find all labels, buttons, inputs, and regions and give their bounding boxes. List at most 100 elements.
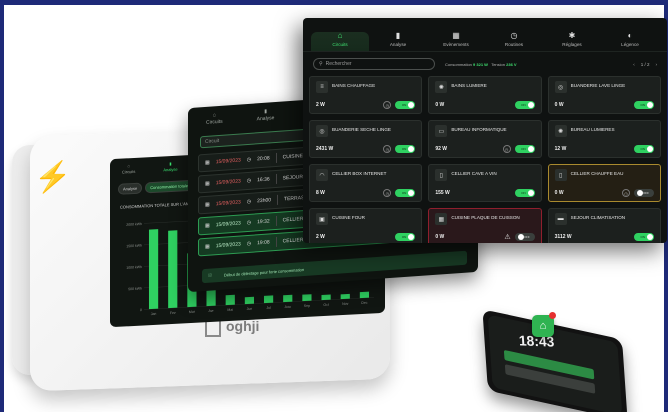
tab-réglages[interactable]: ✱ Réglages bbox=[543, 32, 601, 51]
tab-label: Réglages bbox=[562, 42, 582, 47]
divider bbox=[275, 152, 277, 164]
tab-circuits[interactable]: ⌂ Circuits bbox=[206, 112, 223, 126]
circuit-card[interactable]: ▯ CELLIER CHAUFFE EAU 0 W ◷ OFF bbox=[547, 164, 661, 202]
x-tick-label: Jun bbox=[247, 307, 253, 311]
tab-evènements[interactable]: ▦ Evènements bbox=[427, 32, 485, 51]
chart-icon: ▮ bbox=[264, 108, 267, 115]
mode-icon[interactable]: ◷ bbox=[622, 189, 630, 197]
dryer-icon: ◎ bbox=[316, 125, 328, 137]
event-time: 19:32 bbox=[257, 218, 270, 226]
circuit-toggle[interactable]: ON bbox=[514, 101, 535, 109]
toggle-state-label: ON bbox=[640, 103, 646, 107]
mode-icon[interactable]: ◷ bbox=[383, 189, 392, 197]
circuit-toggle[interactable]: ON bbox=[395, 233, 416, 241]
bar-jun[interactable] bbox=[244, 296, 255, 305]
circuit-power: 155 W bbox=[435, 190, 450, 196]
circuit-toggle[interactable]: ON bbox=[395, 101, 416, 109]
circuit-toggle[interactable]: ON bbox=[634, 101, 654, 109]
toggle-knob bbox=[408, 190, 415, 196]
circuit-toggle[interactable]: OFF bbox=[634, 189, 654, 197]
circuit-name: SEJOUR CLIMATISATION bbox=[570, 215, 626, 220]
clock-icon: ◷ bbox=[246, 240, 252, 248]
circuit-search-field[interactable]: ⚲ Rechercher bbox=[313, 58, 435, 70]
y-tick-label: 0 bbox=[140, 308, 142, 312]
circuit-card[interactable]: ≡ BAINS CHAUFFAGE 2 W ◷ ON bbox=[309, 76, 423, 114]
calendar-icon: ▦ bbox=[205, 243, 210, 250]
circuit-power: 2 W bbox=[316, 102, 325, 108]
toggle-knob bbox=[647, 102, 653, 108]
footer-note-text: Début de délestage pour forte consommati… bbox=[224, 266, 305, 278]
bar-fev[interactable] bbox=[168, 230, 178, 309]
circuit-card[interactable]: ✺ BUREAU LUMIERES 12 W ON bbox=[547, 120, 661, 158]
circuit-toggle[interactable]: ON bbox=[514, 145, 535, 153]
circuit-card[interactable]: ◠ CELLIER BOX INTERNET 8 W ◷ ON bbox=[309, 164, 423, 202]
circuit-card[interactable]: ▬ SEJOUR CLIMATISATION 3112 W ON bbox=[547, 208, 661, 243]
filter-pill[interactable]: Consommation totale bbox=[145, 179, 194, 194]
gridline bbox=[144, 297, 374, 310]
next-page-icon[interactable]: › bbox=[656, 62, 658, 67]
tab-analyse[interactable]: ▮ Analyse bbox=[369, 32, 427, 51]
ac-icon: ▬ bbox=[554, 213, 567, 225]
mode-icon[interactable]: ◷ bbox=[383, 101, 392, 109]
circuit-toggle[interactable]: OFF bbox=[514, 233, 535, 241]
pager: ‹ 1 / 2 › bbox=[633, 62, 657, 67]
tab-circuits[interactable]: ⌂ Circuits bbox=[122, 163, 135, 174]
circuit-card[interactable]: ◎ BUANDERIE SECHE LINGE 2431 W ◷ ON bbox=[309, 120, 423, 158]
prev-page-icon[interactable]: ‹ bbox=[633, 62, 635, 67]
heater-icon: ≡ bbox=[316, 81, 328, 93]
bar-nov[interactable] bbox=[340, 293, 350, 300]
bar-jan[interactable] bbox=[148, 229, 159, 310]
wifi-icon: ◠ bbox=[316, 169, 328, 181]
toggle-state-label: ON bbox=[640, 147, 646, 151]
calendar-icon: ▦ bbox=[205, 159, 210, 166]
circuit-card[interactable]: ▭ BUREAU INFORMATIQUE 92 W ◷ ON bbox=[428, 120, 542, 158]
circuit-power: 92 W bbox=[435, 146, 447, 152]
circuit-name: BAINS LUMIERE bbox=[451, 83, 487, 88]
chart-icon: ▮ bbox=[169, 160, 172, 167]
tab-analyse[interactable]: ▮ Analyse bbox=[163, 160, 177, 172]
circuit-power: 0 W bbox=[554, 102, 564, 108]
mode-icon[interactable]: ◷ bbox=[383, 145, 392, 153]
mode-icon[interactable]: ◷ bbox=[502, 145, 511, 153]
smartphone: 18:43 bbox=[482, 309, 628, 412]
circuit-card[interactable]: ▦ CUISINE PLAQUE DE CUISSON 0 W ⚠ OFF bbox=[428, 208, 542, 243]
event-date: 15/09/2023 bbox=[215, 178, 241, 187]
bar-jul[interactable] bbox=[263, 295, 274, 304]
light-icon: ✺ bbox=[554, 125, 567, 137]
circuit-toggle[interactable]: ON bbox=[514, 189, 535, 197]
bar-mai[interactable] bbox=[225, 294, 235, 306]
bar-oct[interactable] bbox=[321, 294, 331, 301]
toggle-state-label: OFF bbox=[523, 235, 530, 239]
circuit-power: 8 W bbox=[316, 190, 325, 196]
circuit-toggle[interactable]: ON bbox=[395, 145, 416, 153]
bar-dec[interactable] bbox=[359, 291, 370, 299]
tab-label: Evènements bbox=[443, 42, 469, 47]
toggle-knob bbox=[408, 102, 415, 108]
tab-circuits[interactable]: ⌂ Circuits bbox=[311, 32, 369, 51]
circuit-card[interactable]: ◎ BUANDERIE LAVE LINGE 0 W ON bbox=[547, 76, 661, 114]
toggle-state-label: ON bbox=[401, 191, 407, 195]
clock-icon: ◷ bbox=[510, 31, 518, 40]
filter-pill[interactable]: Analyse bbox=[118, 182, 143, 195]
circuit-toggle[interactable]: ON bbox=[395, 189, 416, 197]
circuit-toggle[interactable]: ON bbox=[634, 145, 654, 153]
toggle-knob bbox=[527, 102, 534, 108]
circuit-card[interactable]: ✺ BAINS LUMIERE 0 W ON bbox=[428, 76, 542, 114]
bar-aou[interactable] bbox=[283, 294, 293, 303]
tab-label: Analyse bbox=[256, 115, 275, 123]
bar-sep[interactable] bbox=[302, 294, 312, 302]
circuit-card[interactable]: ▣ CUISINE FOUR 2 W ON bbox=[309, 208, 423, 243]
x-tick-label: Jul bbox=[266, 306, 271, 310]
tab-routines[interactable]: ◷ Routines bbox=[485, 32, 543, 51]
x-tick-label: Oct bbox=[323, 303, 328, 307]
tab-analyse[interactable]: ▮ Analyse bbox=[256, 108, 275, 123]
frame-top-border bbox=[0, 0, 668, 5]
circuits-toolbar: ⚲ Rechercher Consommation 9 321 W Tensio… bbox=[303, 52, 667, 76]
circuit-toggle[interactable]: ON bbox=[634, 233, 654, 241]
circuit-name: CELLIER BOX INTERNET bbox=[332, 171, 387, 176]
event-circuit: CELLIER bbox=[282, 216, 304, 224]
circuit-name: CELLIER CAVE A VIN bbox=[451, 171, 497, 176]
tab-légence[interactable]: ◐ Légence bbox=[601, 32, 659, 51]
globe-icon: ◐ bbox=[627, 31, 633, 40]
circuit-card[interactable]: ▯ CELLIER CAVE A VIN 155 W ON bbox=[428, 164, 542, 202]
